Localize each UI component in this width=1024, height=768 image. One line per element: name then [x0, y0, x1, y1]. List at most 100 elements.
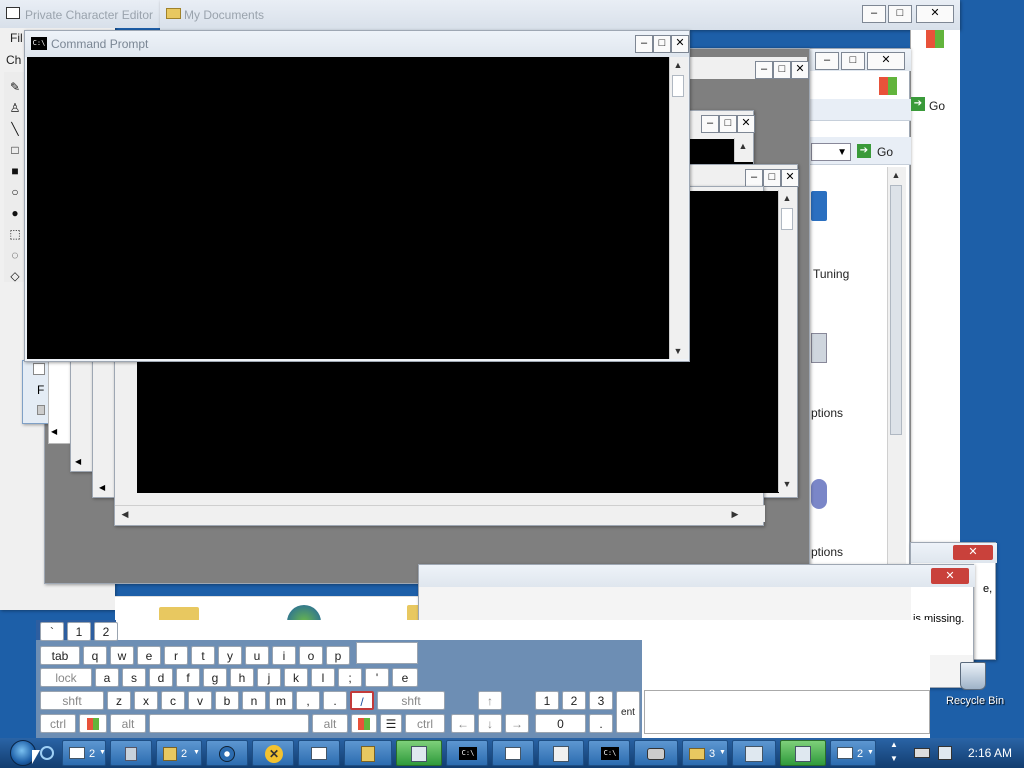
ellipse-tool-icon[interactable]: ○: [8, 185, 22, 199]
key-alt-left[interactable]: alt: [110, 714, 146, 733]
filled-ellipse-tool-icon[interactable]: ●: [8, 206, 22, 220]
key-num-decimal[interactable]: .: [589, 714, 613, 733]
taskbar-group-folders[interactable]: 3 ▼: [682, 740, 728, 766]
console3-hscroll-left-icon[interactable]: ◀: [75, 457, 81, 466]
cp-go-button[interactable]: Go: [929, 99, 945, 113]
console2-maximize-button[interactable]: □: [763, 169, 781, 187]
key-m[interactable]: m: [269, 691, 293, 710]
cp-item-tuning[interactable]: Tuning: [813, 267, 849, 281]
key-comma[interactable]: ,: [296, 691, 320, 710]
key-tab[interactable]: tab: [40, 646, 80, 665]
key-num-0[interactable]: 0: [535, 714, 586, 733]
taskbar-group-windows-2[interactable]: 2 ▼: [830, 740, 876, 766]
my-documents-window[interactable]: My Documents – □ ✕: [160, 0, 960, 30]
taskbar-clock[interactable]: 2:16 AM: [968, 746, 1012, 760]
key-o[interactable]: o: [299, 646, 323, 665]
console3-vscroll[interactable]: ▲: [734, 138, 753, 162]
list-checkbox[interactable]: [33, 363, 45, 375]
cmd-scroll-thumb[interactable]: [672, 75, 684, 97]
taskbar-btn-cmd-2[interactable]: C:\: [588, 740, 630, 766]
key-u[interactable]: u: [245, 646, 269, 665]
taskbar-btn-window-2[interactable]: [492, 740, 534, 766]
taskbar-btn-network[interactable]: [732, 740, 776, 766]
key-b[interactable]: b: [215, 691, 239, 710]
key-n[interactable]: n: [242, 691, 266, 710]
key-slash[interactable]: /: [350, 691, 374, 710]
freeform-select-tool-icon[interactable]: ◌: [8, 248, 22, 262]
ie-quicklaunch-icon[interactable]: [40, 746, 54, 760]
rect-select-tool-icon[interactable]: ⬚: [8, 227, 22, 241]
taskbar-group-tools[interactable]: 2 ▼: [156, 740, 202, 766]
grayback-close-button[interactable]: ✕: [791, 61, 809, 79]
editor-menu-character[interactable]: Ch: [6, 53, 21, 67]
key-space[interactable]: [149, 714, 309, 733]
cmd-minimize-button[interactable]: –: [635, 35, 653, 53]
key-num-enter[interactable]: ent: [616, 691, 640, 733]
key-num-1[interactable]: 1: [535, 691, 559, 710]
key-g[interactable]: g: [203, 668, 227, 687]
error-close-button[interactable]: ✕: [931, 568, 969, 584]
taskbar-btn-media[interactable]: [206, 740, 248, 766]
key-backtick[interactable]: `: [40, 622, 64, 641]
key-r[interactable]: r: [164, 646, 188, 665]
console3-close-button[interactable]: ✕: [737, 115, 755, 133]
filled-rectangle-tool-icon[interactable]: ■: [8, 164, 22, 178]
key-capslock[interactable]: lock: [40, 668, 92, 687]
cp-address-dropdown[interactable]: ▼: [811, 143, 851, 161]
key-shift-right[interactable]: shft: [377, 691, 445, 710]
taskbar-btn-char-editor[interactable]: [538, 740, 584, 766]
console3-minimize-button[interactable]: –: [701, 115, 719, 133]
key-w[interactable]: w: [110, 646, 134, 665]
cp-minimize-button[interactable]: –: [815, 52, 839, 70]
taskbar-btn-window[interactable]: [298, 740, 340, 766]
key-2[interactable]: 2: [94, 622, 118, 641]
key-arrow-up[interactable]: ↑: [478, 691, 502, 710]
key-e[interactable]: e: [137, 646, 161, 665]
cmd-vscroll[interactable]: ▲ ▼: [669, 57, 688, 359]
cp-go2-arrow-icon[interactable]: ➔: [857, 144, 871, 158]
pencil-tool-icon[interactable]: ✎: [8, 80, 22, 94]
key-quote[interactable]: ': [365, 668, 389, 687]
cmd-console-area[interactable]: [27, 57, 669, 359]
rectangle-tool-icon[interactable]: □: [8, 143, 22, 157]
key-c[interactable]: c: [161, 691, 185, 710]
console2-minimize-button[interactable]: –: [745, 169, 763, 187]
network-tray-icon[interactable]: [938, 746, 952, 760]
key-windows-right[interactable]: [351, 714, 377, 733]
key-x[interactable]: x: [134, 691, 158, 710]
cp-item-options-2[interactable]: ptions: [811, 545, 843, 559]
taskbar-btn-tool-x[interactable]: ✕: [252, 740, 294, 766]
cmd-scroll-up-icon[interactable]: ▲: [670, 57, 686, 73]
key-period[interactable]: .: [323, 691, 347, 710]
key-shift-left[interactable]: shft: [40, 691, 104, 710]
grayback-maximize-button[interactable]: □: [773, 61, 791, 79]
key-k[interactable]: k: [284, 668, 308, 687]
key-semicolon[interactable]: ;: [338, 668, 362, 687]
editor-menu-file[interactable]: Fil: [10, 31, 23, 45]
key-a[interactable]: a: [95, 668, 119, 687]
line-tool-icon[interactable]: ╲: [8, 122, 22, 136]
key-menu[interactable]: ☰: [380, 714, 402, 733]
grayback-minimize-button[interactable]: –: [755, 61, 773, 79]
cp-maximize-button[interactable]: □: [841, 52, 865, 70]
key-q[interactable]: q: [83, 646, 107, 665]
key-alt-right[interactable]: alt: [312, 714, 348, 733]
eraser-tool-icon[interactable]: ◇: [8, 269, 22, 283]
mydocs-minimize-button[interactable]: –: [862, 5, 886, 23]
recycle-bin-icon[interactable]: [960, 662, 986, 690]
key-arrow-down[interactable]: ↓: [478, 714, 502, 733]
key-ctrl-right[interactable]: ctrl: [405, 714, 445, 733]
taskbar-group-windows[interactable]: 2 ▼: [62, 740, 106, 766]
taskbar-btn-active-green-2[interactable]: [780, 740, 826, 766]
taskbar-btn-camera[interactable]: [634, 740, 678, 766]
osk-text-area[interactable]: [356, 642, 418, 664]
key-h[interactable]: h: [230, 668, 254, 687]
mydocs-close-button[interactable]: ✕: [916, 5, 954, 23]
brush-tool-icon[interactable]: ♙: [8, 101, 22, 115]
mydocs-maximize-button[interactable]: □: [888, 5, 912, 23]
console1-hscroll[interactable]: ◀ ▶: [115, 505, 765, 522]
taskbar-btn-cmd-1[interactable]: C:\: [446, 740, 488, 766]
keyboard-tray-icon[interactable]: [914, 748, 930, 758]
taskbar-scroll-down-icon[interactable]: ▼: [890, 754, 898, 763]
taskbar-btn-calculator[interactable]: [344, 740, 392, 766]
